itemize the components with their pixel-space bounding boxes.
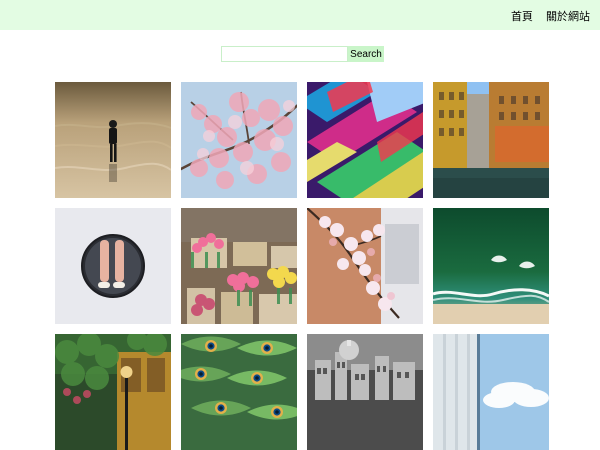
blossom-branch-photo: [307, 208, 423, 324]
photo-tile[interactable]: [55, 208, 171, 324]
nav-link-home[interactable]: 首頁: [511, 11, 533, 23]
photo-tile[interactable]: [307, 334, 423, 450]
lamp-garden-photo: [55, 334, 171, 450]
photo-tile[interactable]: [307, 208, 423, 324]
photo-tile[interactable]: [433, 82, 549, 198]
nav-menu: 首頁 關於網站: [501, 8, 590, 24]
photo-tile[interactable]: [55, 334, 171, 450]
river-buildings-photo: [433, 82, 549, 198]
photo-tile[interactable]: [307, 82, 423, 198]
search-form: Search: [221, 46, 384, 62]
cherry-blossom-photo: [181, 82, 297, 198]
photo-tile[interactable]: [433, 334, 549, 450]
photo-tile[interactable]: [181, 208, 297, 324]
beach-person-photo: [55, 82, 171, 198]
search-button[interactable]: Search: [348, 46, 384, 62]
ocean-shore-photo: [433, 208, 549, 324]
top-navigation-bar: 首頁 關於網站: [0, 0, 600, 30]
sky-window-photo: [433, 334, 549, 450]
photo-tile[interactable]: [55, 82, 171, 198]
photo-tile[interactable]: [181, 82, 297, 198]
color-blur-photo: [307, 82, 423, 198]
photo-tile[interactable]: [181, 334, 297, 450]
search-input[interactable]: [221, 46, 348, 62]
nav-link-about[interactable]: 關於網站: [546, 11, 590, 23]
photo-tile[interactable]: [433, 208, 549, 324]
tulip-market-photo: [181, 208, 297, 324]
peacock-feathers-photo: [181, 334, 297, 450]
rooftops-bw-photo: [307, 334, 423, 450]
mirror-legs-photo: [55, 208, 171, 324]
